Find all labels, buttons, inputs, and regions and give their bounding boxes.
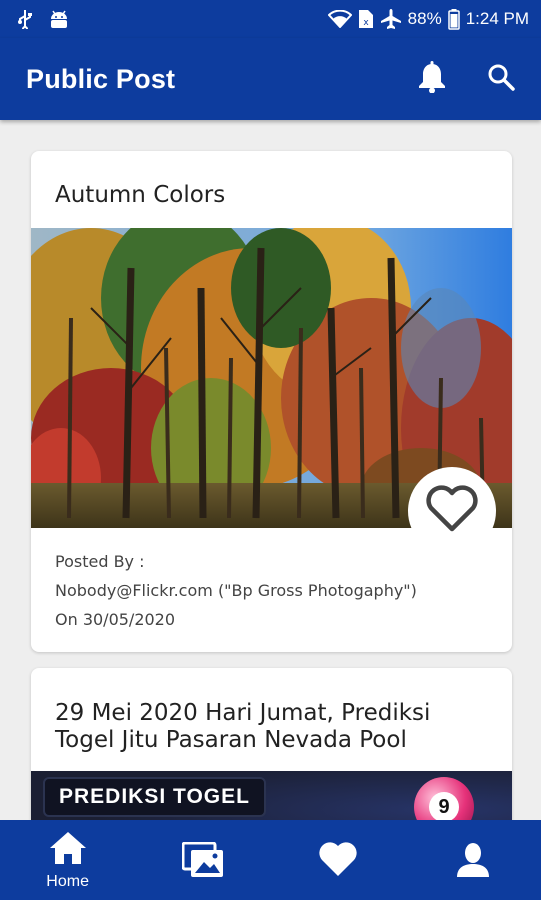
nav-item-favorites[interactable]: [271, 820, 406, 900]
post-title: 29 Mei 2020 Hari Jumat, Prediksi Togel J…: [55, 700, 431, 753]
post-image[interactable]: PREDIKSI TOGEL 9: [31, 771, 512, 820]
heart-icon: [318, 838, 358, 882]
post-author: Nobody@Flickr.com ("Bp Gross Photogaphy"…: [55, 581, 417, 600]
sim-icon: x: [358, 9, 374, 29]
nav-item-gallery[interactable]: [135, 820, 270, 900]
battery-icon: [447, 8, 460, 30]
heart-outline-icon: [425, 485, 479, 537]
usb-icon: [18, 9, 32, 29]
post-date: On 30/05/2020: [55, 610, 176, 629]
wifi-icon: [327, 10, 352, 28]
post-feed[interactable]: Autumn Colors Posted By: Nobody@Flickr.…: [0, 120, 541, 820]
gallery-icon: [181, 838, 224, 882]
clock-time: 1:24 PM: [465, 9, 529, 28]
profile-icon: [455, 838, 491, 882]
nav-item-home[interactable]: Home: [0, 820, 135, 900]
app-title: Public Post: [26, 63, 176, 94]
post-card[interactable]: Autumn Colors Posted By: Nobody@Flickr.…: [31, 151, 512, 652]
promo-banner-text: PREDIKSI TOGEL: [43, 777, 266, 817]
android-icon: [48, 9, 70, 29]
status-bar: x 88% 1:24 PM: [0, 0, 541, 38]
posted-by-label: Posted By :: [55, 552, 145, 571]
post-card[interactable]: 29 Mei 2020 Hari Jumat, Prediksi Togel J…: [31, 668, 512, 820]
app-bar: Public Post: [0, 38, 541, 120]
post-title: Autumn Colors: [55, 182, 226, 208]
bell-icon[interactable]: [417, 61, 447, 97]
lottery-ball-number: 9: [429, 792, 459, 820]
nav-label-home: Home: [46, 872, 89, 890]
home-icon: [48, 830, 88, 870]
nav-item-profile[interactable]: [406, 820, 541, 900]
search-icon[interactable]: [487, 63, 515, 95]
airplane-icon: [380, 8, 402, 30]
bottom-navigation: Home: [0, 820, 541, 900]
battery-percent: 88%: [407, 9, 442, 28]
post-meta: Posted By : Nobody@Flickr.com ("Bp Gross…: [55, 547, 417, 634]
favorite-button[interactable]: [408, 467, 496, 555]
svg-text:x: x: [363, 18, 369, 28]
